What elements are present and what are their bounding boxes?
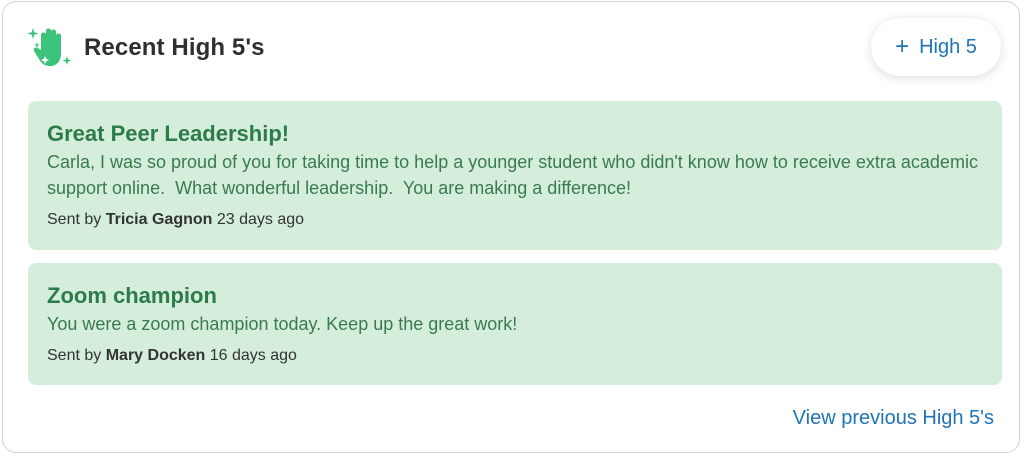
sender-name: Mary Docken (105, 347, 206, 364)
time-ago: 23 days ago (216, 211, 305, 228)
card-title: Recent High 5's (84, 34, 265, 61)
card-header: Recent High 5's (27, 26, 265, 70)
entry-message: You were a zoom champion today. Keep up … (47, 314, 518, 334)
sender-name: Tricia Gagnon (105, 211, 213, 228)
sent-by-label: Sent by (47, 347, 102, 364)
entry-title: Zoom champion (47, 283, 217, 308)
plus-icon: + (895, 33, 910, 60)
high-fives-card: Recent High 5's + High 5 Great Peer Lead… (2, 1, 1020, 453)
time-ago: 16 days ago (209, 347, 297, 364)
entry-message: Carla, I was so proud of you for taking … (47, 152, 983, 198)
entry-meta: Sent by Tricia Gagnon 23 days ago (47, 210, 983, 230)
entry-meta: Sent by Mary Docken 16 days ago (47, 346, 983, 366)
high-five-hand-icon (27, 28, 72, 67)
view-previous-link[interactable]: View previous High 5's (793, 407, 994, 430)
entry-title: Great Peer Leadership! (47, 121, 290, 146)
add-high-five-button[interactable]: + High 5 (871, 18, 1001, 76)
add-high-five-label: High 5 (919, 35, 977, 58)
sent-by-label: Sent by (47, 211, 102, 228)
high-five-entry: Great Peer Leadership! Carla, I was so p… (28, 101, 1002, 250)
high-five-entry: Zoom champion You were a zoom champion t… (28, 263, 1002, 385)
